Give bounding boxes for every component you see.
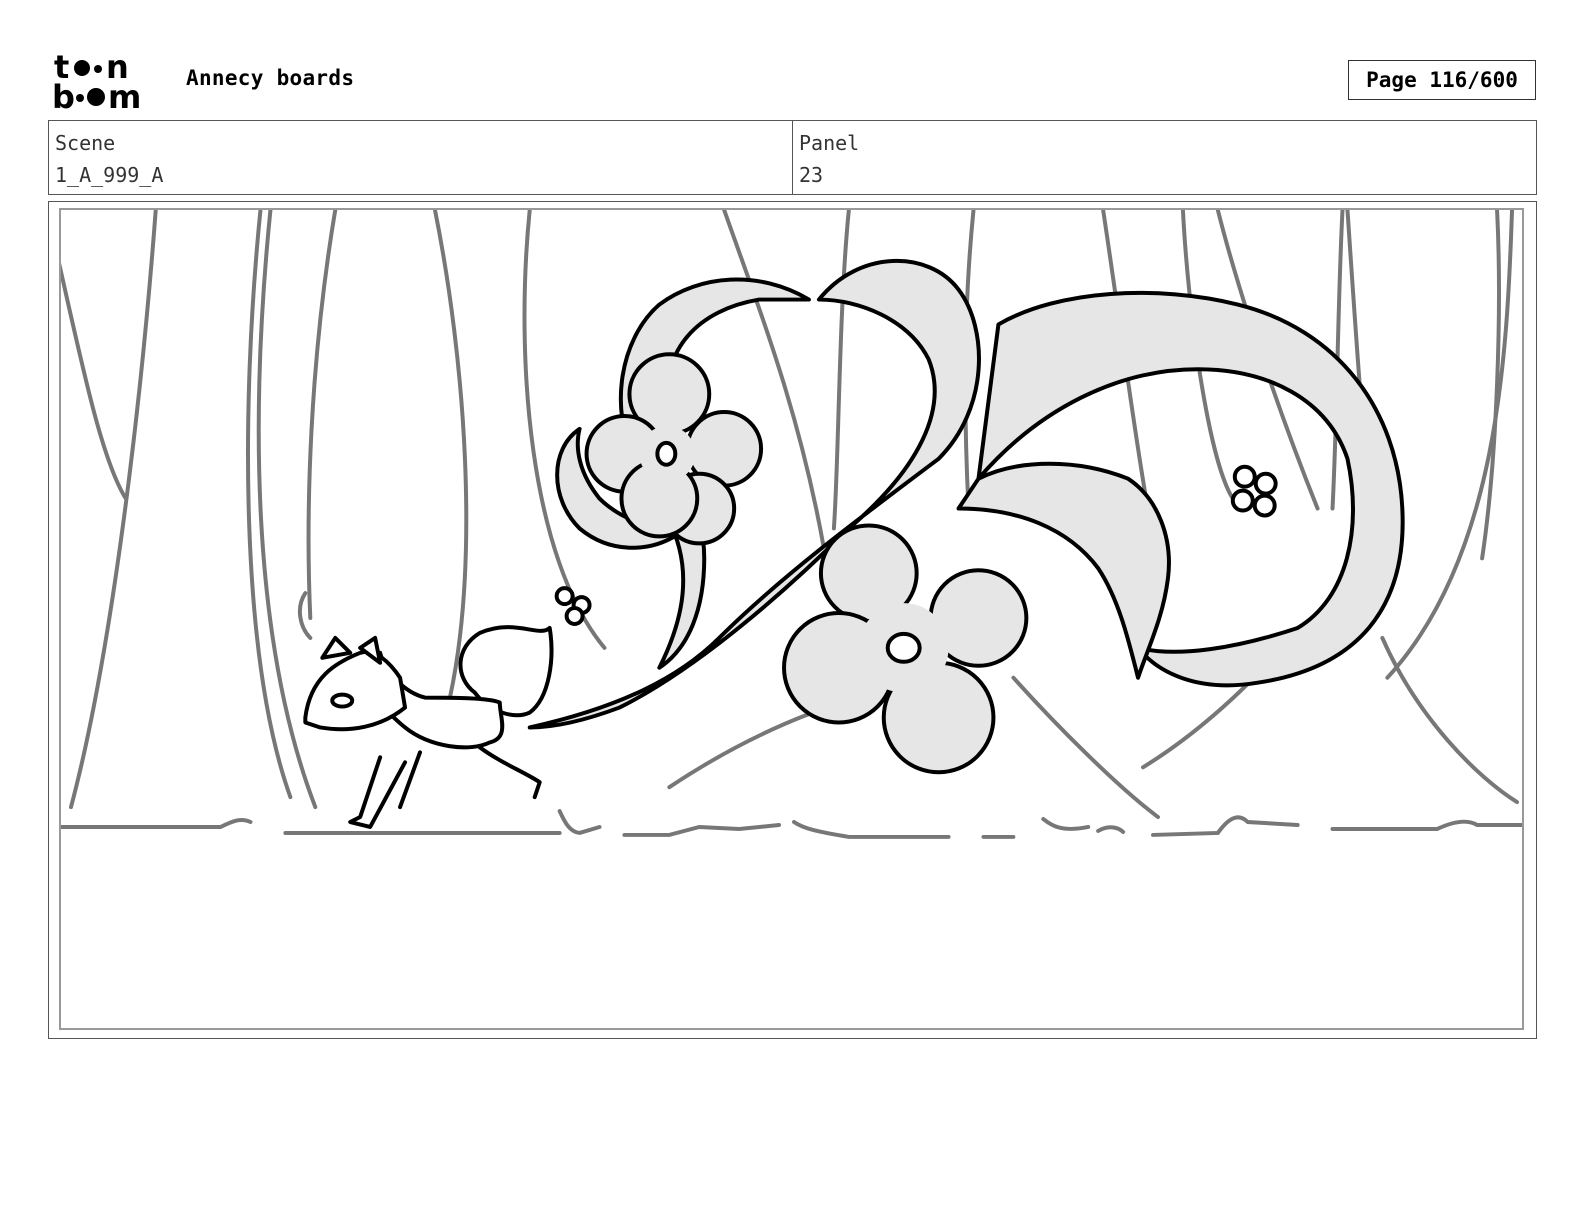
panel-label: Panel: [799, 131, 860, 155]
svg-text:m: m: [108, 78, 141, 112]
panel-sketch: [61, 210, 1522, 839]
scene-label: Scene: [55, 131, 116, 155]
document-title: Annecy boards: [186, 66, 355, 90]
storyboard-panel: [48, 201, 1537, 1039]
fox: [303, 625, 554, 829]
panel-cell: Panel 23: [792, 121, 1536, 194]
page-number: Page 116/600: [1348, 60, 1536, 100]
scene-panel-info: Scene 1_A_999_A Panel 23: [48, 120, 1537, 195]
toon-boom-logo: t n b m: [52, 50, 141, 112]
flower-bottom: [782, 523, 1029, 775]
panel-value: 23: [799, 163, 824, 187]
scene-value: 1_A_999_A: [55, 163, 164, 187]
panel-image-area: [59, 208, 1524, 1030]
sparkle-small-right: [1230, 464, 1278, 518]
svg-text:b: b: [52, 78, 75, 112]
ground-line: [61, 809, 1522, 839]
scene-cell: Scene 1_A_999_A: [49, 121, 792, 194]
